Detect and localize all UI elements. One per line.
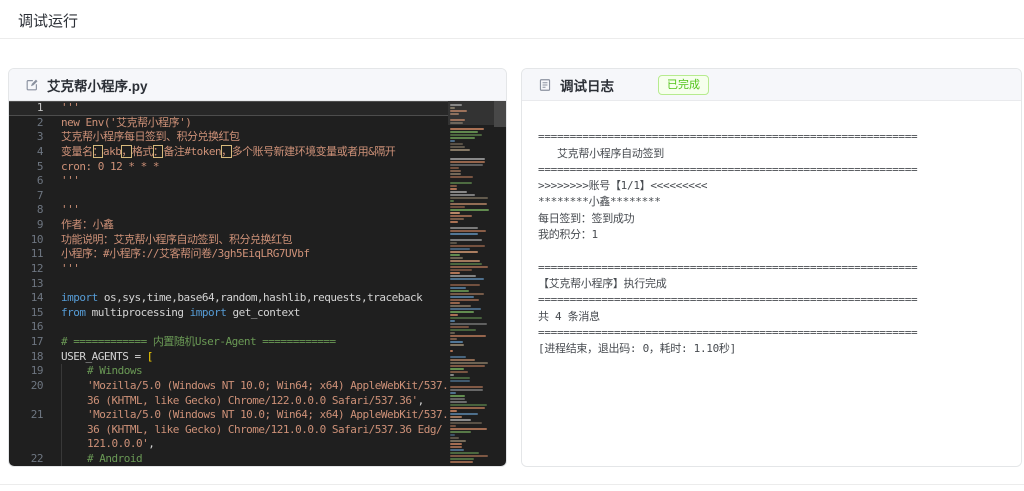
line-number: 6	[36, 174, 44, 188]
line-number: 14	[30, 291, 44, 305]
line-number: 8	[36, 203, 44, 217]
line-number: 13	[30, 276, 44, 290]
line-number: 4	[36, 144, 44, 158]
code-row: 121.0.0.0',	[9, 437, 448, 452]
line-number: 21	[30, 408, 44, 422]
line-number: 20	[30, 378, 44, 392]
line-number: 9	[36, 218, 44, 231]
page-title: 调试运行	[18, 13, 79, 30]
line-number: 18	[30, 349, 44, 363]
script-filename: 艾克帮小程序.py	[47, 78, 148, 94]
code-row: 15 from multiprocessing import get_contex…	[9, 306, 448, 321]
line-number: 10	[30, 232, 44, 246]
log-card-header: 调试日志 已完成	[522, 69, 1021, 101]
line-number: 19	[30, 364, 44, 378]
code-row: 3 艾克帮小程序每日签到、积分兑换红包	[9, 130, 448, 145]
editor-scrollbar[interactable]	[494, 101, 506, 127]
footer-divider	[0, 484, 1024, 485]
line-number: 7	[36, 188, 44, 202]
code-row: 8 '''	[9, 203, 448, 218]
code-row: 11 小程序：#小程序://艾客帮问卷/3gh5EiqLRG7UVbf	[9, 247, 448, 262]
line-number: 15	[30, 305, 44, 319]
edit-icon	[25, 78, 39, 92]
code-row: 10 功能说明：艾克帮小程序自动签到、积分兑换红包	[9, 233, 448, 248]
line-number	[9, 423, 43, 438]
code-row: 36 (KHTML, like Gecko) Chrome/121.0.0.0 …	[9, 422, 448, 438]
code-row: 13	[9, 277, 448, 292]
code-editor[interactable]: 1 ''' 2 new Env('艾克帮小程序') 3 艾克帮小程序每日签到、积分兑换红包…	[9, 101, 506, 466]
code-row: 1 '''	[9, 101, 448, 116]
code-row: 20 'Mozilla/5.0 (Windows NT 10.0; Win64; …	[9, 378, 448, 394]
line-number: 17	[30, 335, 44, 348]
log-panel-title: 调试日志	[560, 78, 614, 94]
code-row: 17 # ============ 内置随机User-Agent ========…	[9, 335, 448, 350]
line-number: 16	[30, 320, 44, 334]
code-row: 36 (KHTML, like Gecko) Chrome/122.0.0.0 …	[9, 393, 448, 409]
line-number: 22	[30, 452, 44, 465]
line-number: 5	[36, 159, 44, 173]
code-row: 18 USER_AGENTS = [	[9, 350, 448, 365]
line-number	[9, 394, 43, 409]
code-row: 19 # Windows	[9, 364, 448, 379]
log-output: ========================================…	[538, 130, 918, 356]
line-number: 11	[30, 247, 44, 261]
code-row: 22 # Android	[9, 452, 448, 466]
code-row: 4 变量名：akb，格式：备注#token，多个账号新建环境变量或者用&隔开	[9, 144, 448, 160]
code-row: 14 import os,sys,time,base64,random,hashl…	[9, 291, 448, 306]
header-divider	[0, 38, 1024, 39]
line-number	[9, 437, 43, 452]
code-row: 2 new Env('艾克帮小程序')	[9, 116, 448, 131]
code-row: 7	[9, 189, 448, 204]
code-row: 9 作者：小鑫	[9, 218, 448, 233]
code-row: 12 '''	[9, 262, 448, 277]
line-number: 12	[30, 261, 44, 275]
log-body: ========================================…	[522, 101, 1021, 466]
document-icon	[538, 78, 552, 92]
line-number: 3	[36, 130, 44, 144]
code-row: 21 'Mozilla/5.0 (Windows NT 10.0; Win64; …	[9, 408, 448, 423]
debug-log-card: 调试日志 已完成 ===============================…	[521, 68, 1022, 467]
code-row: 16	[9, 320, 448, 335]
code-rows: 1 ''' 2 new Env('艾克帮小程序') 3 艾克帮小程序每日签到、积分兑换红包…	[9, 101, 448, 466]
script-editor-card: 艾克帮小程序.py 1 ''' 2 new Env('艾克帮小程序') 3 艾克帮小程序每…	[8, 68, 507, 467]
line-number: 1	[36, 101, 44, 114]
line-number: 2	[36, 115, 44, 129]
minimap-slider[interactable]	[448, 101, 494, 125]
code-row: 5 cron: 0 12 * * *	[9, 160, 448, 175]
status-badge: 已完成	[658, 74, 709, 95]
editor-card-header: 艾克帮小程序.py	[9, 69, 506, 101]
code-row: 6 '''	[9, 174, 448, 189]
minimap[interactable]	[448, 101, 494, 466]
